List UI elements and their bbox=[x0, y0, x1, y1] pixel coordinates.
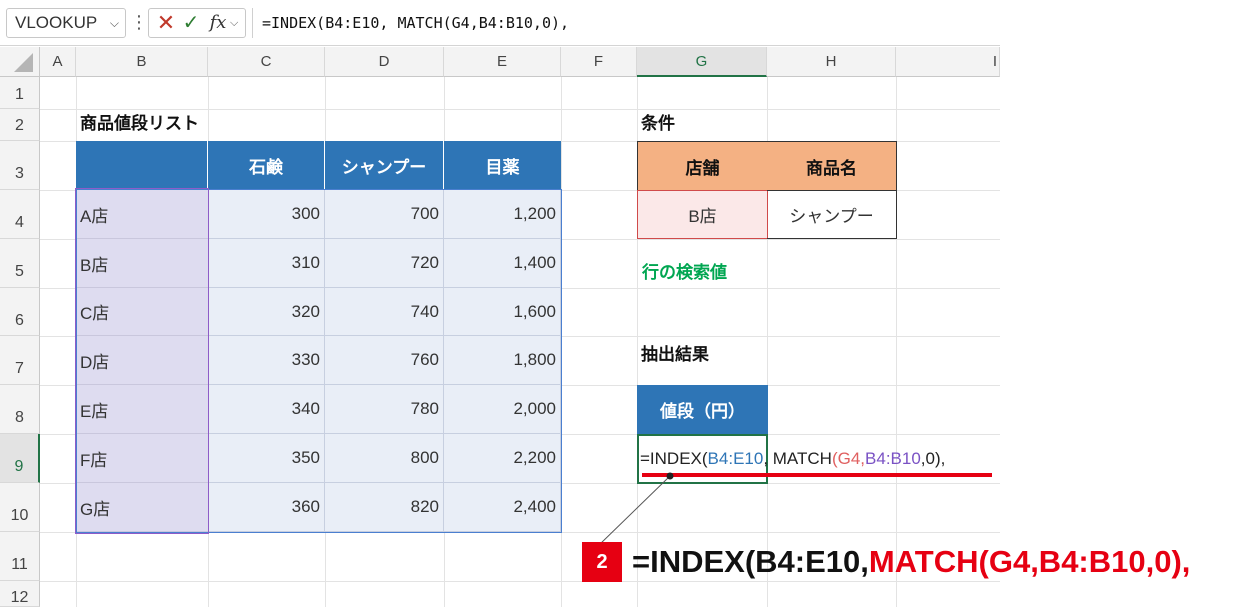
header-shampoo: シャンプー bbox=[325, 141, 444, 190]
annotation-match: MATCH(G4,B4:B10,0), bbox=[868, 544, 1191, 579]
column-header-g[interactable]: G bbox=[637, 47, 767, 77]
conditions-title: 条件 bbox=[641, 114, 675, 133]
result-title: 抽出結果 bbox=[641, 345, 709, 364]
annotation-index: =INDEX(B4:E10, bbox=[632, 544, 869, 579]
column-header-e[interactable]: E bbox=[444, 47, 561, 77]
fx-chevron-icon[interactable]: ⌵ bbox=[230, 10, 242, 36]
header-product: 商品名 bbox=[767, 141, 897, 191]
annotation-formula: =INDEX(B4:E10,MATCH(G4,B4:B10,0), bbox=[632, 536, 1232, 588]
row-header-8[interactable]: 8 bbox=[0, 385, 40, 434]
row-header-7[interactable]: 7 bbox=[0, 336, 40, 385]
row-header-2[interactable]: 2 bbox=[0, 109, 40, 141]
header-price-yen: 値段（円） bbox=[637, 385, 768, 434]
formula-text: , bbox=[940, 449, 946, 468]
cancel-icon[interactable]: ✕ bbox=[156, 10, 176, 36]
product-condition-cell[interactable]: シャンプー bbox=[767, 190, 897, 239]
formula-text: ,0) bbox=[920, 449, 941, 468]
formula-ref: B4:B10 bbox=[865, 449, 921, 468]
name-box-value: VLOOKUP bbox=[15, 13, 98, 32]
row-header-12[interactable]: 12 bbox=[0, 581, 40, 607]
corner-triangle-icon bbox=[14, 53, 33, 72]
price-list-corner-header bbox=[76, 141, 208, 190]
column-header-f[interactable]: F bbox=[561, 47, 637, 77]
select-all-corner[interactable] bbox=[0, 47, 40, 77]
column-header-a[interactable]: A bbox=[40, 47, 76, 77]
red-underline bbox=[642, 473, 992, 477]
header-soap: 石鹸 bbox=[208, 141, 325, 190]
more-options-icon[interactable]: ⋮ bbox=[130, 8, 148, 38]
check-icon[interactable]: ✓ bbox=[181, 10, 201, 36]
divider bbox=[252, 8, 253, 38]
column-header-b[interactable]: B bbox=[76, 47, 208, 77]
row-header-4[interactable]: 4 bbox=[0, 190, 40, 239]
column-header-i[interactable]: I bbox=[896, 47, 1000, 77]
column-header-d[interactable]: D bbox=[325, 47, 444, 77]
name-box[interactable]: VLOOKUP ⌵ bbox=[6, 8, 126, 38]
row-header-9[interactable]: 9 bbox=[0, 434, 40, 483]
formula-text: , MATCH bbox=[763, 449, 832, 468]
store-condition-cell[interactable]: B店 bbox=[637, 190, 768, 239]
row-header-1[interactable]: 1 bbox=[0, 77, 40, 109]
row-header-3[interactable]: 3 bbox=[0, 141, 40, 190]
formula-text: =INDEX( bbox=[640, 449, 708, 468]
row-header-10[interactable]: 10 bbox=[0, 483, 40, 532]
row-lookup-label: 行の検索値 bbox=[642, 262, 727, 282]
price-list-title: 商品値段リスト bbox=[80, 114, 199, 133]
formula-ref: B4:E10 bbox=[707, 449, 764, 468]
column-header-c[interactable]: C bbox=[208, 47, 325, 77]
range-highlight-b4-b10 bbox=[75, 188, 209, 534]
header-eyedrops: 目薬 bbox=[444, 141, 561, 190]
row-header-5[interactable]: 5 bbox=[0, 239, 40, 288]
column-header-h[interactable]: H bbox=[767, 47, 896, 77]
formula-ref: G4 bbox=[837, 449, 861, 468]
chevron-down-icon[interactable]: ⌵ bbox=[110, 9, 119, 37]
step-badge: 2 bbox=[582, 542, 622, 582]
formula-input[interactable]: =INDEX(B4:E10, MATCH(G4,B4:B10,0), bbox=[262, 8, 992, 38]
row-header-11[interactable]: 11 bbox=[0, 532, 40, 581]
header-store: 店舗 bbox=[637, 141, 768, 191]
row-header-6[interactable]: 6 bbox=[0, 288, 40, 336]
fx-icon[interactable]: fx bbox=[206, 10, 230, 36]
